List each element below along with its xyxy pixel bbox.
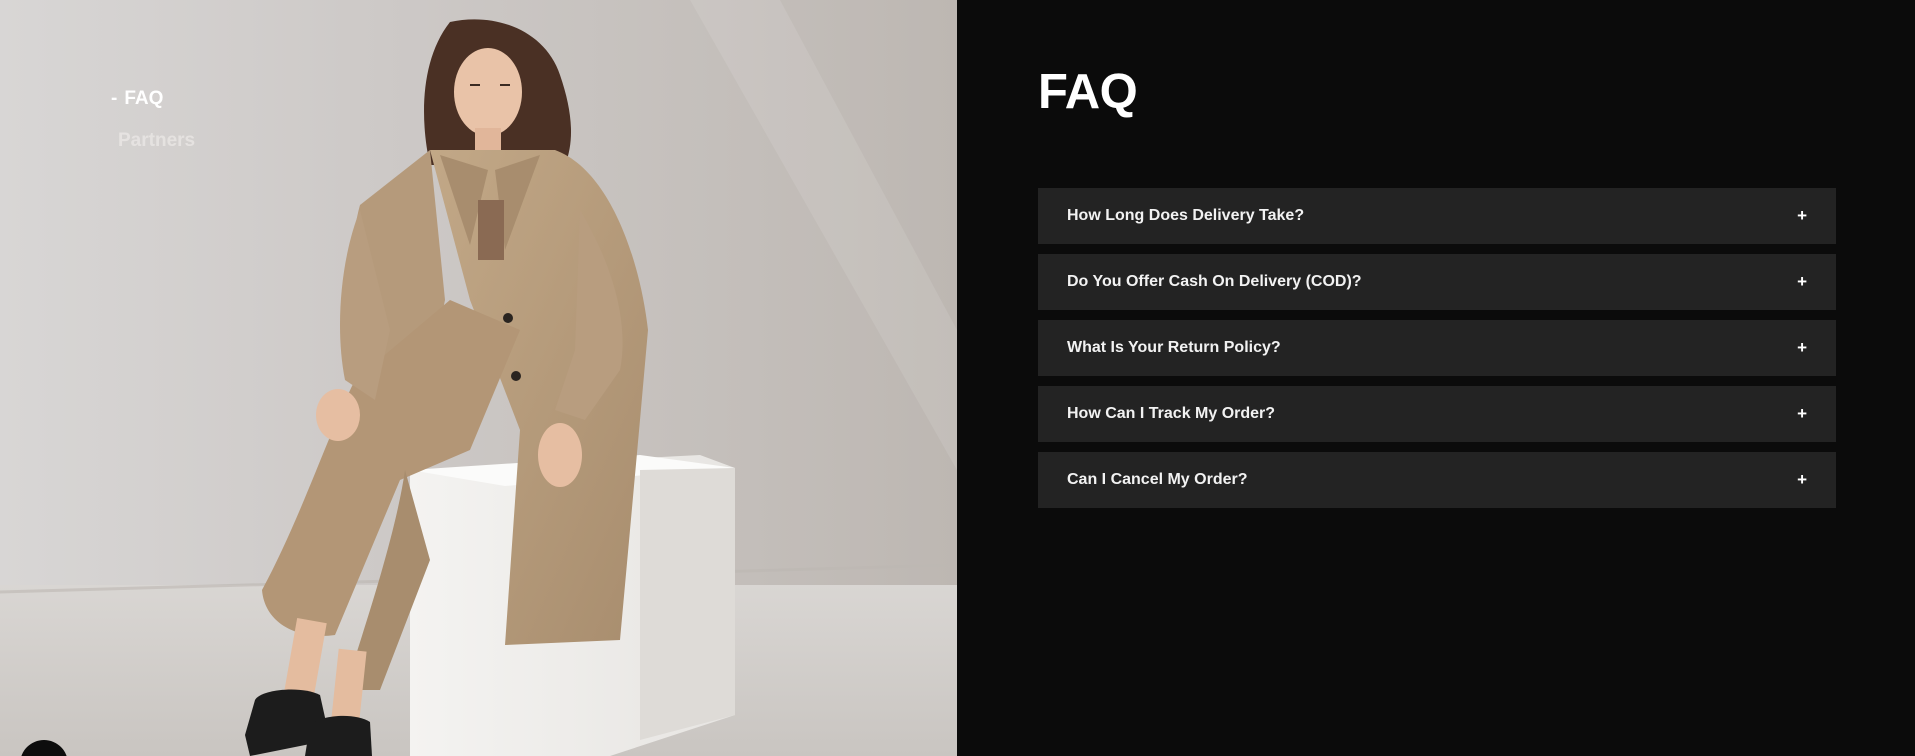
faq-question: How Long Does Delivery Take?: [1067, 207, 1305, 224]
plus-icon[interactable]: +: [1797, 470, 1807, 490]
faq-section: FAQ How Long Does Delivery Take? + Do Yo…: [957, 0, 1915, 756]
side-nav-label-partners: Partners: [118, 130, 196, 151]
page-title: FAQ: [1038, 65, 1138, 119]
side-nav-item-faq[interactable]: - FAQ: [111, 88, 195, 110]
faq-item-cash-on-delivery[interactable]: Do You Offer Cash On Delivery (COD)? +: [1038, 254, 1836, 310]
faq-item-return-policy[interactable]: What Is Your Return Policy? +: [1038, 320, 1836, 376]
faq-question: Do You Offer Cash On Delivery (COD)?: [1067, 273, 1362, 290]
faq-item-delivery-time[interactable]: How Long Does Delivery Take? +: [1038, 188, 1836, 244]
faq-question: What Is Your Return Policy?: [1067, 339, 1281, 356]
hero-image-panel: -FAQ Partners ⌃: [0, 0, 957, 756]
side-nav-item-partners[interactable]: Partners: [118, 130, 195, 152]
plus-icon[interactable]: +: [1797, 206, 1807, 226]
side-navigation: - FAQ Partners: [111, 88, 195, 152]
faq-question: Can I Cancel My Order?: [1067, 471, 1248, 488]
faq-question: How Can I Track My Order?: [1067, 405, 1276, 422]
plus-icon[interactable]: +: [1797, 338, 1807, 358]
faq-item-cancel-order[interactable]: Can I Cancel My Order? +: [1038, 452, 1836, 508]
side-nav-label-faq: FAQ: [124, 88, 164, 109]
faq-accordion: How Long Does Delivery Take? + Do You Of…: [1038, 188, 1836, 518]
plus-icon[interactable]: +: [1797, 404, 1807, 424]
active-marker: -: [111, 88, 118, 109]
faq-item-track-order[interactable]: How Can I Track My Order? +: [1038, 386, 1836, 442]
plus-icon[interactable]: +: [1797, 272, 1807, 292]
